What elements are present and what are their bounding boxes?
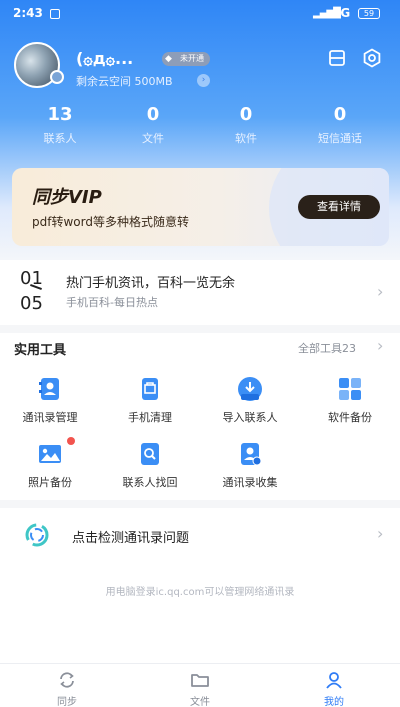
chevron-right-icon[interactable]: ›	[377, 336, 383, 355]
tool-label: 联系人找回	[122, 476, 178, 489]
tool-contacts-manage[interactable]: 通讯录管理	[5, 376, 95, 425]
vip-status-badge[interactable]: ◆ 未开通	[162, 52, 210, 66]
news-subtitle: 手机百科-每日热点	[66, 296, 158, 309]
stat-label: 短信通话	[318, 132, 362, 145]
settings-gear-icon[interactable]	[362, 48, 382, 68]
news-title: 热门手机资讯，百科一览无余	[66, 276, 236, 291]
bottom-tab-bar: 同步 文件 我的	[0, 663, 400, 707]
vip-status-label: 未开通	[180, 54, 204, 63]
tool-label: 照片备份	[28, 476, 72, 489]
phone-clean-icon	[142, 378, 158, 400]
tab-files[interactable]: 文件	[170, 670, 230, 707]
tool-label: 通讯录收集	[222, 476, 278, 489]
stat-files[interactable]: 0 文件	[118, 104, 188, 146]
stat-apps[interactable]: 0 软件	[211, 104, 281, 146]
vip-card-subtitle: pdf转word等多种格式随意转	[32, 215, 189, 229]
notification-dot	[67, 437, 75, 445]
section-divider	[0, 500, 400, 508]
sync-icon	[60, 672, 74, 688]
user-profile-icon	[326, 672, 342, 689]
view-details-button[interactable]: 查看详情	[298, 195, 380, 219]
card-switch-icon[interactable]	[327, 48, 347, 68]
chevron-right-icon: ›	[377, 282, 384, 301]
tools-section-title: 实用工具	[14, 343, 67, 358]
check-contacts-label: 点击检测通讯录问题	[72, 531, 190, 546]
chevron-right-icon[interactable]: ›	[197, 74, 210, 87]
cloud-storage-text[interactable]: 剩余云空间 500MB	[76, 73, 173, 89]
contacts-manage-icon	[39, 378, 59, 400]
folder-icon	[191, 674, 209, 687]
contacts-collect-icon	[241, 443, 262, 466]
vip-promo-card[interactable]: 同步VIP pdf转word等多种格式随意转 查看详情	[12, 168, 389, 246]
import-contacts-icon	[238, 377, 262, 401]
news-day: 05	[20, 293, 43, 314]
stat-label: 文件	[142, 132, 164, 145]
scan-ring-icon	[25, 523, 49, 547]
stat-label: 联系人	[43, 132, 77, 145]
status-bar: 2:43 ▂▄▆█ 4G 59	[0, 0, 400, 28]
tool-label: 通讯录管理	[22, 411, 78, 424]
battery-icon: 59	[358, 8, 380, 19]
tab-sync[interactable]: 同步	[37, 670, 97, 707]
chevron-right-icon: ›	[377, 524, 384, 543]
stat-value: 13	[47, 104, 73, 125]
tool-label: 手机清理	[128, 411, 172, 424]
stat-label: 软件	[235, 132, 257, 145]
app-backup-icon	[339, 378, 361, 400]
tab-mine[interactable]: 我的	[304, 670, 364, 707]
sim-icon	[50, 9, 60, 19]
tab-label: 文件	[190, 697, 210, 707]
tool-label: 软件备份	[328, 411, 372, 424]
stat-value: 0	[146, 104, 160, 125]
user-nickname[interactable]: (۞д۞...	[76, 49, 133, 68]
tool-phone-clean[interactable]: 手机清理	[105, 376, 195, 425]
contacts-recover-icon	[141, 443, 159, 465]
vip-card-title: 同步VIP	[32, 187, 102, 208]
tool-label: 导入联系人	[222, 411, 278, 424]
diamond-icon: ◆	[165, 54, 172, 64]
tool-import-contacts[interactable]: 导入联系人	[205, 376, 295, 425]
section-divider	[0, 325, 400, 333]
lock-badge-icon	[50, 70, 64, 84]
pc-manage-hint: 用电脑登录ic.qq.com可以管理网络通讯录	[105, 587, 295, 598]
tool-photo-backup[interactable]: 照片备份	[5, 441, 95, 490]
stat-value: 0	[239, 104, 253, 125]
tool-contacts-collect[interactable]: 通讯录收集	[205, 441, 295, 490]
all-tools-link[interactable]: 全部工具23	[298, 340, 356, 356]
stat-contacts[interactable]: 13 联系人	[25, 104, 95, 146]
tool-contacts-recover[interactable]: 联系人找回	[105, 441, 195, 490]
tool-app-backup[interactable]: 软件备份	[305, 376, 395, 425]
stat-value: 0	[333, 104, 347, 125]
tab-label: 我的	[324, 697, 344, 707]
status-time: 2:43	[13, 6, 43, 20]
photo-backup-icon	[39, 445, 61, 463]
tab-label: 同步	[57, 697, 77, 707]
network-type: 4G	[332, 6, 351, 20]
stat-sms-calls[interactable]: 0 短信通话	[305, 104, 375, 146]
